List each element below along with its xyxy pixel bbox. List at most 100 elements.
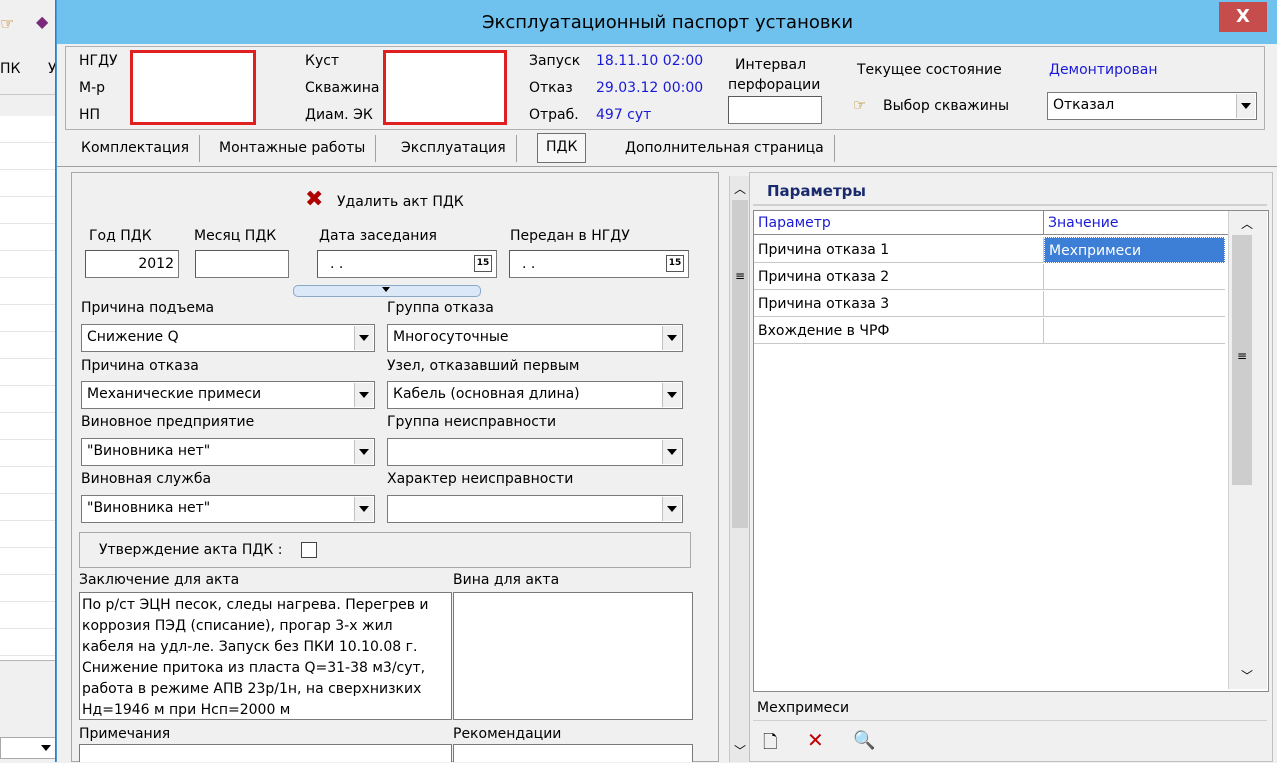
background-combo[interactable] [0, 737, 58, 759]
conclusion-line: коррозия ПЭД (списание), прогар 3-х жил [82, 618, 393, 634]
title-bar[interactable]: Эксплуатационный паспорт установки X [57, 0, 1277, 44]
tab-ekspluatatsiya[interactable]: Эксплуатация [391, 135, 517, 162]
lift-reason-combo[interactable]: Снижение Q [81, 324, 375, 352]
status-combo-button[interactable] [1236, 94, 1255, 118]
delete-icon[interactable]: ✖ [305, 189, 323, 211]
zapusk-label: Запуск [529, 53, 581, 69]
year-input[interactable]: 2012 [85, 250, 179, 278]
failure-reason-combo[interactable]: Механические примеси [81, 381, 375, 409]
combo-button[interactable] [354, 326, 373, 350]
failure-group-combo[interactable]: Многосуточные [387, 324, 683, 352]
guilty-company-label: Виновное предприятие [81, 414, 255, 430]
status-combo-value: Отказал [1053, 97, 1115, 113]
perforation-interval-input[interactable] [728, 96, 822, 124]
status-combo[interactable]: Отказал [1047, 92, 1257, 120]
background-tab-pk[interactable]: ПК [0, 61, 20, 77]
lift-reason-value: Снижение Q [87, 329, 179, 345]
interval-label: Интервал [735, 57, 807, 73]
grid-param-cell[interactable]: Причина отказа 2 [754, 264, 1044, 290]
otrab-value: 497 сут [596, 107, 652, 123]
year-label: Год ПДК [89, 228, 152, 244]
guilty-service-combo[interactable]: "Виновника нет" [81, 495, 375, 523]
chevron-down-icon [359, 335, 369, 341]
scrollbar-thumb[interactable]: ≡ [732, 200, 748, 528]
tab-pdk[interactable]: ПДК [537, 133, 587, 163]
grid-scrollbar-thumb[interactable]: ≡ [1232, 235, 1252, 485]
collapse-splitter[interactable] [293, 285, 481, 297]
tab-komplektatsiya[interactable]: Комплектация [71, 135, 201, 162]
background-bottom-panel [0, 660, 58, 763]
kust-label: Куст [305, 53, 340, 69]
combo-button[interactable] [354, 440, 373, 464]
recommendations-textarea[interactable] [453, 744, 693, 762]
delete-icon[interactable]: ✕ [807, 728, 824, 752]
chevron-down-icon [41, 745, 51, 751]
month-input[interactable] [195, 250, 289, 278]
toolbar-book-icon[interactable]: ◆ [36, 12, 48, 31]
otkaz-value: 29.03.12 00:00 [596, 80, 704, 96]
tab-dopolnitelnaya[interactable]: Дополнительная страница [615, 135, 835, 162]
diam-label: Диам. ЭК [305, 107, 373, 123]
grid-param-cell[interactable]: Причина отказа 1 [754, 237, 1044, 263]
col-header-value[interactable]: Значение [1044, 211, 1228, 235]
conclusion-textarea[interactable]: По р/ст ЭЦН песок, следы нагрева. Перегр… [79, 592, 452, 720]
close-button[interactable]: X [1219, 2, 1267, 32]
transferred-label: Передан в НГДУ [510, 228, 630, 244]
delete-pdk-button[interactable]: Удалить акт ПДК [337, 194, 464, 210]
tab-divider [57, 166, 1277, 167]
guilt-textarea[interactable] [453, 592, 693, 720]
chevron-up-icon[interactable]: ︿ [1241, 215, 1253, 232]
grid-value-cell-selected[interactable]: Мехпримеси [1044, 237, 1225, 263]
first-node-value: Кабель (основная длина) [393, 386, 580, 402]
chevron-down-icon [382, 287, 390, 292]
fault-group-combo[interactable] [387, 438, 683, 466]
grid-scrollbar[interactable]: ︿ ≡ ﹀ [1228, 211, 1267, 689]
redacted-ngdu-field [130, 50, 256, 125]
preview-icon[interactable]: 🔍 [853, 730, 875, 751]
passport-window: Эксплуатационный паспорт установки X НГД… [56, 0, 1277, 762]
background-list[interactable] [0, 116, 58, 660]
tab-bar: Комплектация Монтажные работы Эксплуатац… [57, 130, 1277, 164]
splitter-scrollbar[interactable]: ︿ ≡ ﹀ [729, 176, 750, 762]
tab-montazh[interactable]: Монтажные работы [209, 135, 377, 162]
select-well-icon[interactable]: ☞ [853, 96, 866, 114]
combo-button[interactable] [354, 497, 373, 521]
fault-character-combo[interactable] [387, 495, 683, 523]
notes-label: Примечания [79, 726, 171, 742]
grid-value-cell[interactable] [1044, 264, 1225, 290]
guilty-service-label: Виновная служба [81, 471, 212, 487]
failure-group-label: Группа отказа [387, 300, 494, 316]
transferred-date-input[interactable]: . . 15 [509, 250, 689, 278]
combo-button[interactable] [354, 383, 373, 407]
guilty-company-combo[interactable]: "Виновника нет" [81, 438, 375, 466]
calendar-icon[interactable]: 15 [666, 255, 684, 272]
combo-button[interactable] [662, 383, 681, 407]
grid-param-cell[interactable]: Вхождение в ЧРФ [754, 318, 1044, 344]
notes-textarea[interactable] [79, 744, 452, 762]
chevron-up-icon[interactable]: ︿ [734, 180, 746, 197]
new-document-icon[interactable]: 🗋 [763, 730, 777, 760]
chevron-down-icon[interactable]: ﹀ [1241, 667, 1253, 684]
selected-value-bar: Мехпримеси [753, 694, 1267, 721]
select-well-button[interactable]: Выбор скважины [883, 98, 1009, 114]
failure-group-value: Многосуточные [393, 329, 509, 345]
grid-value-cell[interactable] [1044, 291, 1225, 317]
chevron-down-icon[interactable]: ﹀ [734, 742, 746, 759]
chevron-down-icon [667, 335, 677, 341]
first-node-combo[interactable]: Кабель (основная длина) [387, 381, 683, 409]
params-grid: Параметр Значение Причина отказа 1 Мехпр… [753, 210, 1269, 692]
grid-value-cell[interactable] [1044, 318, 1225, 344]
calendar-icon[interactable]: 15 [474, 255, 492, 272]
combo-button[interactable] [662, 440, 681, 464]
col-header-param[interactable]: Параметр [754, 211, 1044, 235]
approve-checkbox[interactable] [301, 542, 317, 558]
meeting-date-input[interactable]: . . 15 [317, 250, 497, 278]
redacted-kust-field [383, 50, 507, 125]
grip-icon: ≡ [1237, 349, 1248, 363]
state-value: Демонтирован [1049, 62, 1158, 78]
combo-button[interactable] [662, 497, 681, 521]
perforation-label: перфорации [728, 77, 821, 93]
toolbar-arrow-icon[interactable]: ☞ [0, 14, 14, 33]
combo-button[interactable] [662, 326, 681, 350]
grid-param-cell[interactable]: Причина отказа 3 [754, 291, 1044, 317]
